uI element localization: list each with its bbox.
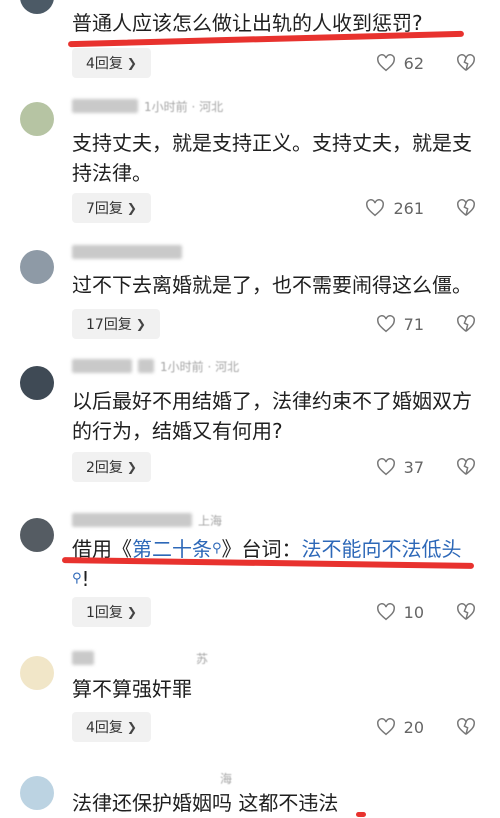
dislike-button[interactable]	[454, 193, 478, 223]
comment-text: 过不下去离婚就是了，也不需要闹得这么僵。	[72, 273, 472, 297]
reply-button[interactable]: 4回复 ❯	[72, 712, 151, 742]
comment-meta: 1小时前 · 河北	[72, 358, 239, 374]
like-button[interactable]: 62	[376, 48, 424, 78]
reply-button[interactable]: 2回复 ❯	[72, 452, 151, 482]
like-button[interactable]: 71	[376, 309, 424, 339]
comment-meta: 海	[72, 770, 232, 786]
dislike-button[interactable]	[454, 309, 478, 339]
comment-meta: 苏	[72, 650, 208, 666]
avatar[interactable]	[20, 776, 54, 810]
comment-text: 以后最好不用结婚了，法律约束不了婚姻双方的行为，结婚又有何用?	[72, 389, 472, 443]
chevron-right-icon: ❯	[126, 201, 137, 215]
topic-link[interactable]: 法不能向不法低头	[302, 537, 462, 561]
like-button[interactable]: 261	[365, 193, 424, 223]
reply-count: 2回复	[86, 460, 123, 476]
username-redacted	[72, 245, 182, 259]
heart-icon	[376, 718, 396, 736]
broken-heart-icon	[456, 315, 476, 333]
dislike-button[interactable]	[454, 712, 478, 742]
reply-button[interactable]: 17回复 ❯	[72, 309, 160, 339]
comment-meta: 1小时前 · 河北	[72, 98, 223, 114]
avatar[interactable]	[20, 0, 54, 14]
like-count: 62	[403, 53, 424, 73]
avatar[interactable]	[20, 656, 54, 690]
broken-heart-icon	[456, 458, 476, 476]
location: 上海	[198, 513, 223, 528]
location: 海	[220, 771, 233, 786]
chevron-right-icon: ❯	[126, 605, 137, 619]
timestamp: 1小时前 · 河北	[144, 99, 224, 114]
avatar[interactable]	[20, 518, 54, 552]
reply-count: 7回复	[86, 201, 123, 217]
like-button[interactable]: 37	[376, 452, 424, 482]
dislike-button[interactable]	[454, 48, 478, 78]
broken-heart-icon	[456, 54, 476, 72]
heart-icon	[376, 54, 396, 72]
comment-meta: 上海	[72, 512, 222, 528]
reply-button[interactable]: 4回复 ❯	[72, 48, 151, 78]
comment-text: 支持丈夫，就是支持正义。支持丈夫，就是支持法律。	[72, 131, 472, 185]
reply-count: 17回复	[86, 317, 132, 333]
chevron-right-icon: ❯	[126, 460, 137, 474]
comment-meta	[72, 244, 182, 260]
username-redacted	[72, 651, 94, 665]
location: 苏	[196, 651, 209, 666]
username-redacted	[138, 359, 154, 373]
avatar[interactable]	[20, 102, 54, 136]
reply-count: 4回复	[86, 56, 123, 72]
comment-text: 算不算强奸罪	[72, 677, 192, 701]
like-count: 20	[403, 717, 424, 737]
like-count: 10	[403, 602, 424, 622]
chevron-right-icon: ❯	[126, 56, 137, 70]
broken-heart-icon	[456, 718, 476, 736]
chevron-right-icon: ❯	[135, 317, 146, 331]
timestamp: 1小时前 · 河北	[160, 359, 240, 374]
avatar[interactable]	[20, 366, 54, 400]
reply-count: 4回复	[86, 720, 123, 736]
like-button[interactable]: 20	[376, 712, 424, 742]
heart-icon	[376, 315, 396, 333]
reply-button[interactable]: 1回复 ❯	[72, 597, 151, 627]
like-button[interactable]: 10	[376, 597, 424, 627]
broken-heart-icon	[456, 603, 476, 621]
username-redacted	[72, 99, 138, 113]
like-count: 71	[403, 314, 424, 334]
heart-icon	[376, 458, 396, 476]
heart-icon	[376, 603, 396, 621]
chevron-right-icon: ❯	[126, 720, 137, 734]
like-count: 37	[403, 457, 424, 477]
username-redacted	[72, 513, 192, 527]
comment-text: 法律还保护婚姻吗 这都不违法	[72, 791, 339, 815]
reply-button[interactable]: 7回复 ❯	[72, 193, 151, 223]
broken-heart-icon	[456, 199, 476, 217]
dislike-button[interactable]	[454, 452, 478, 482]
search-icon: ⚲	[212, 541, 222, 556]
search-icon: ⚲	[72, 571, 82, 586]
like-count: 261	[393, 198, 424, 218]
dislike-button[interactable]	[454, 597, 478, 627]
username-redacted	[72, 359, 132, 373]
heart-icon	[365, 199, 385, 217]
reply-count: 1回复	[86, 605, 123, 621]
avatar[interactable]	[20, 250, 54, 284]
